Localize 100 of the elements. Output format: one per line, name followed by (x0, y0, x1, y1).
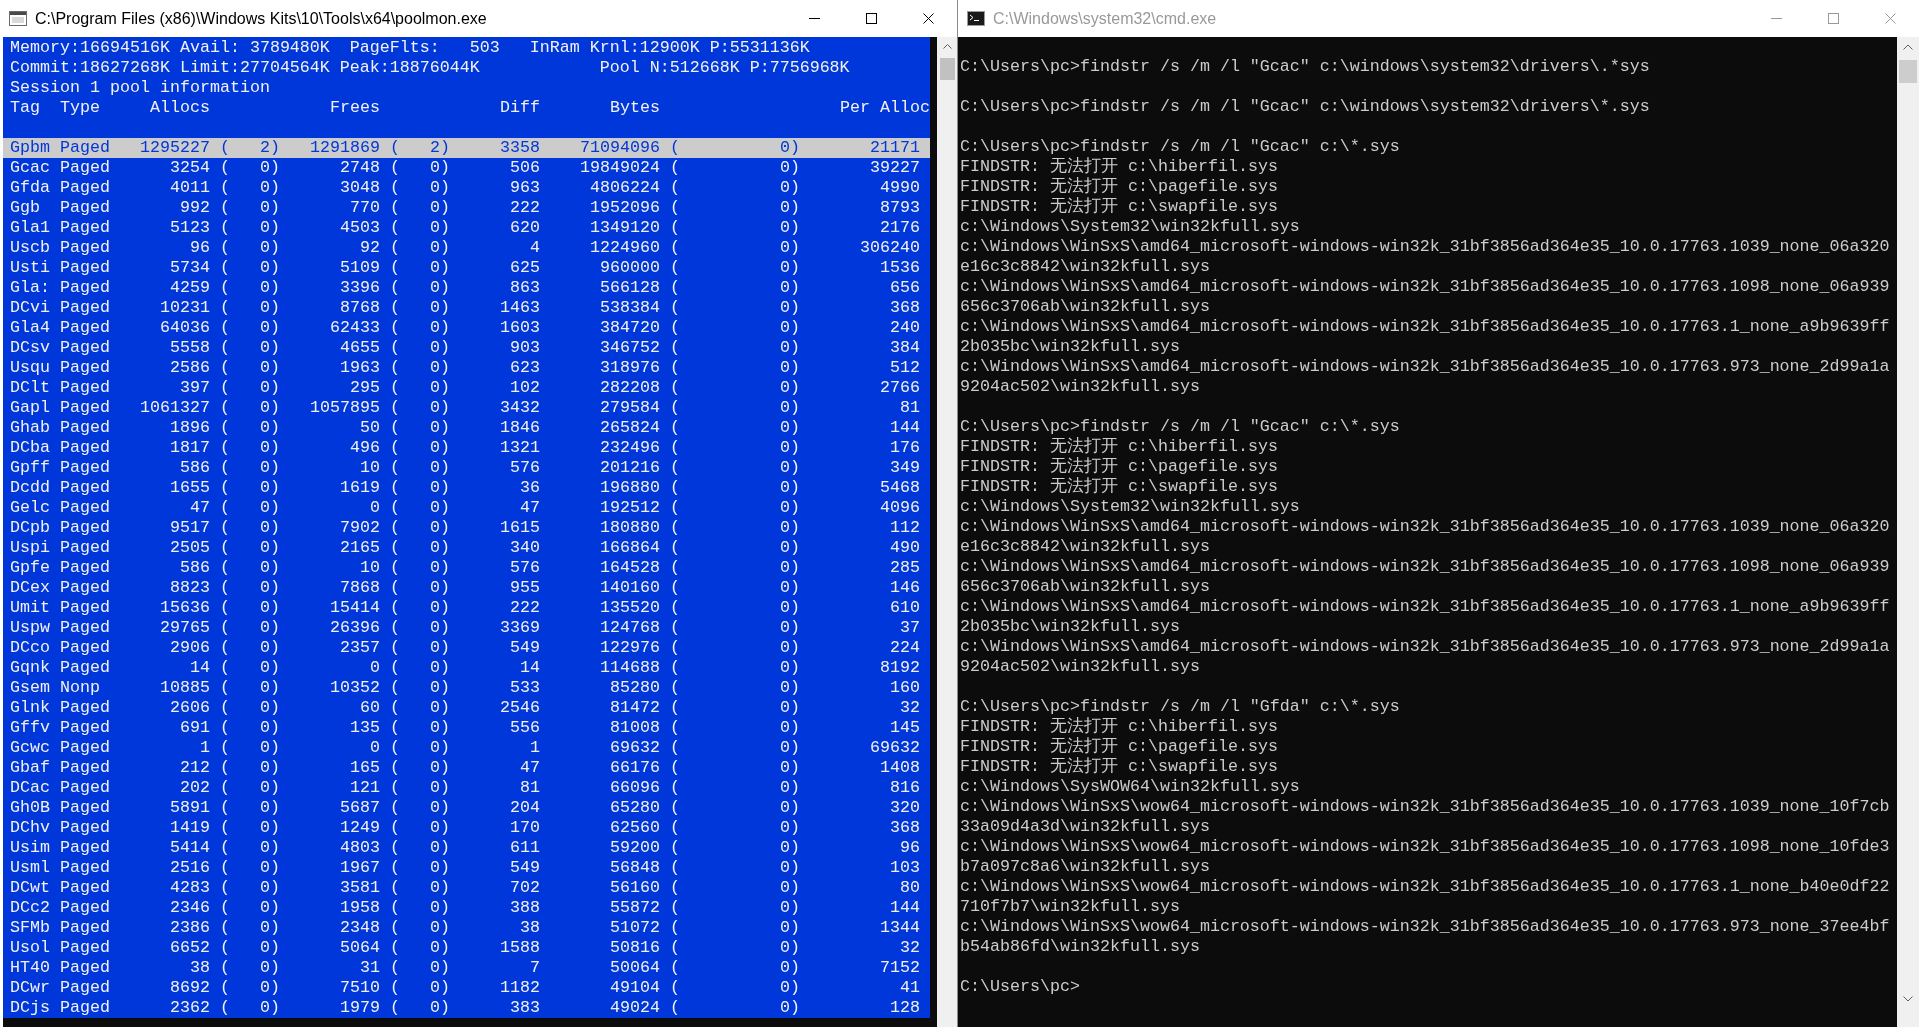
table-row[interactable]: Uspi Paged 2505 ( 0) 2165 ( 0) 340 166864 ( 0) 490 (3, 538, 930, 558)
table-row[interactable]: DCex Paged 8823 ( 0) 7868 ( 0) 955 140160 ( 0) 146 (3, 578, 930, 598)
table-row[interactable]: Gapl Paged 1061327 ( 0) 1057895 ( 0) 3432 279584 ( 0) 81 (3, 398, 930, 418)
table-cell: 955 (510, 578, 540, 598)
table-row[interactable]: Umit Paged 15636 ( 0) 15414 ( 0) 222 135520 ( 0) 610 (3, 598, 930, 618)
table-cell: 1588 (500, 938, 540, 958)
table-row[interactable]: DCwr Paged 8692 ( 0) 7510 ( 0) 1182 49104 ( 0) 41 (3, 978, 930, 998)
table-row[interactable]: DCpb Paged 9517 ( 0) 7902 ( 0) 1615 180880 ( 0) 112 (3, 518, 930, 538)
table-row[interactable]: Gelc Paged 47 ( 0) 0 ( 0) 47 192512 ( 0) 4096 (3, 498, 930, 518)
table-cell: ( 0) (220, 218, 280, 238)
table-cell: 201216 (600, 458, 660, 478)
table-row[interactable]: Gpbm Paged 1295227 ( 2) 1291869 ( 2) 3358 71094096 ( 0) 21171 (3, 138, 930, 158)
table-cell: 96 (900, 838, 920, 858)
table-cell: 5687 (340, 798, 380, 818)
close-icon (923, 13, 934, 24)
table-cell: 397 (180, 378, 210, 398)
table-cell: 146 (890, 578, 920, 598)
table-cell: Paged (60, 738, 110, 758)
table-row[interactable]: Gla1 Paged 5123 ( 0) 4503 ( 0) 620 1349120 ( 0) 2176 (3, 218, 930, 238)
table-row[interactable]: Gpff Paged 586 ( 0) 10 ( 0) 576 201216 ( 0) 349 (3, 458, 930, 478)
table-row[interactable]: Gla4 Paged 64036 ( 0) 62433 ( 0) 1603 384720 ( 0) 240 (3, 318, 930, 338)
table-row[interactable]: Usim Paged 5414 ( 0) 4803 ( 0) 611 59200 ( 0) 96 (3, 838, 930, 858)
table-row[interactable]: Ghab Paged 1896 ( 0) 50 ( 0) 1846 265824 ( 0) 144 (3, 418, 930, 438)
table-cell: Gh0B (10, 798, 50, 818)
table-cell: 538384 (600, 298, 660, 318)
table-row[interactable]: DChv Paged 1419 ( 0) 1249 ( 0) 170 62560 ( 0) 368 (3, 818, 930, 838)
table-cell: 2357 (340, 638, 380, 658)
table-cell: ( 0) (390, 998, 450, 1018)
table-row[interactable]: DCac Paged 202 ( 0) 121 ( 0) 81 66096 ( 0) 816 (3, 778, 930, 798)
table-row[interactable]: HT40 Paged 38 ( 0) 31 ( 0) 7 50064 ( 0) 7152 (3, 958, 930, 978)
scroll-up-icon[interactable] (1903, 44, 1913, 50)
table-row[interactable]: Uscb Paged 96 ( 0) 92 ( 0) 4 1224960 ( 0) 306240 (3, 238, 930, 258)
table-cell: Usti (10, 258, 50, 278)
table-row[interactable]: DCsv Paged 5558 ( 0) 4655 ( 0) 903 346752 ( 0) 384 (3, 338, 930, 358)
column-header: Bytes (610, 98, 660, 118)
table-row[interactable]: DClt Paged 397 ( 0) 295 ( 0) 102 282208 ( 0) 2766 (3, 378, 930, 398)
table-row[interactable]: Usol Paged 6652 ( 0) 5064 ( 0) 1588 50816 ( 0) 32 (3, 938, 930, 958)
table-row[interactable]: Gbaf Paged 212 ( 0) 165 ( 0) 47 66176 ( 0) 1408 (3, 758, 930, 778)
table-cell: 2165 (340, 538, 380, 558)
table-row[interactable]: DCjs Paged 2362 ( 0) 1979 ( 0) 383 49024 ( 0) 128 (3, 998, 930, 1018)
table-row[interactable]: Usml Paged 2516 ( 0) 1967 ( 0) 549 56848 ( 0) 103 (3, 858, 930, 878)
table-cell: 165 (350, 758, 380, 778)
table-row[interactable]: Gfda Paged 4011 ( 0) 3048 ( 0) 963 4806224 ( 0) 4990 (3, 178, 930, 198)
table-cell: ( 0) (220, 638, 280, 658)
table-cell: Paged (60, 718, 110, 738)
table-cell: 623 (510, 358, 540, 378)
table-row[interactable]: Gffv Paged 691 ( 0) 135 ( 0) 556 81008 ( 0) 145 (3, 718, 930, 738)
table-cell: Paged (60, 238, 110, 258)
table-cell: 1619 (340, 478, 380, 498)
table-cell: 1952096 (590, 198, 660, 218)
table-cell: 576 (510, 558, 540, 578)
table-cell: 1408 (880, 758, 920, 778)
table-cell: ( 0) (390, 918, 450, 938)
table-row[interactable]: Gsem Nonp 10885 ( 0) 10352 ( 0) 533 85280 ( 0) 160 (3, 678, 930, 698)
scrollbar[interactable] (1897, 37, 1919, 1027)
table-cell: ( 0) (390, 458, 450, 478)
table-cell: ( 0) (670, 718, 800, 738)
table-cell: 128 (890, 998, 920, 1018)
table-row[interactable]: Ggb Paged 992 ( 0) 770 ( 0) 222 1952096 ( 0) 8793 (3, 198, 930, 218)
scrollbar-thumb[interactable] (1899, 60, 1917, 83)
table-cell: Paged (60, 638, 110, 658)
table-cell: ( 0) (220, 298, 280, 318)
table-row[interactable]: DCvi Paged 10231 ( 0) 8768 ( 0) 1463 538384 ( 0) 368 (3, 298, 930, 318)
table-cell: ( 0) (220, 318, 280, 338)
table-row[interactable]: DCco Paged 2906 ( 0) 2357 ( 0) 549 122976 ( 0) 224 (3, 638, 930, 658)
table-cell: 19849024 (580, 158, 660, 178)
table-row[interactable]: DCc2 Paged 2346 ( 0) 1958 ( 0) 388 55872 ( 0) 144 (3, 898, 930, 918)
table-row[interactable]: SFMb Paged 2386 ( 0) 2348 ( 0) 38 51072 ( 0) 1344 (3, 918, 930, 938)
table-cell: 56160 (610, 878, 660, 898)
table-row[interactable]: Uspw Paged 29765 ( 0) 26396 ( 0) 3369 124768 ( 0) 37 (3, 618, 930, 638)
table-cell: ( 0) (390, 238, 450, 258)
table-cell: 47 (520, 498, 540, 518)
table-row[interactable]: Glnk Paged 2606 ( 0) 60 ( 0) 2546 81472 ( 0) 32 (3, 698, 930, 718)
table-row[interactable]: Gh0B Paged 5891 ( 0) 5687 ( 0) 204 65280 ( 0) 320 (3, 798, 930, 818)
window-title: C:\Windows\system32\cmd.exe (993, 8, 1217, 29)
scrollbar[interactable] (937, 37, 957, 1027)
scroll-up-icon[interactable] (942, 44, 952, 49)
table-row[interactable]: DCba Paged 1817 ( 0) 496 ( 0) 1321 232496 ( 0) 176 (3, 438, 930, 458)
table-row[interactable]: Gpfe Paged 586 ( 0) 10 ( 0) 576 164528 ( 0) 285 (3, 558, 930, 578)
table-cell: 7152 (880, 958, 920, 978)
table-cell: Paged (60, 998, 110, 1018)
table-row[interactable]: Gqnk Paged 14 ( 0) 0 ( 0) 14 114688 ( 0) 8192 (3, 658, 930, 678)
table-cell: ( 0) (220, 258, 280, 278)
scrollbar-thumb[interactable] (939, 58, 955, 80)
table-row[interactable]: Usti Paged 5734 ( 0) 5109 ( 0) 625 960000 ( 0) 1536 (3, 258, 930, 278)
table-cell: Paged (60, 258, 110, 278)
table-cell: DCsv (10, 338, 50, 358)
table-row[interactable]: Dcdd Paged 1655 ( 0) 1619 ( 0) 36 196880 ( 0) 5468 (3, 478, 930, 498)
table-row[interactable]: Gcwc Paged 1 ( 0) 0 ( 0) 1 69632 ( 0) 69632 (3, 738, 930, 758)
table-cell: 4990 (880, 178, 920, 198)
table-cell: Paged (60, 358, 110, 378)
table-row[interactable]: DCwt Paged 4283 ( 0) 3581 ( 0) 702 56160 ( 0) 80 (3, 878, 930, 898)
table-cell: 770 (350, 198, 380, 218)
table-row[interactable]: Gcac Paged 3254 ( 0) 2748 ( 0) 506 19849024 ( 0) 39227 (3, 158, 930, 178)
table-row[interactable]: Gla: Paged 4259 ( 0) 3396 ( 0) 863 566128 ( 0) 656 (3, 278, 930, 298)
table-cell: 1896 (170, 418, 210, 438)
scroll-down-icon[interactable] (1903, 996, 1913, 1002)
table-cell: ( 0) (670, 658, 800, 678)
table-row[interactable]: Usqu Paged 2586 ( 0) 1963 ( 0) 623 318976 ( 0) 512 (3, 358, 930, 378)
close-icon (1885, 13, 1896, 24)
